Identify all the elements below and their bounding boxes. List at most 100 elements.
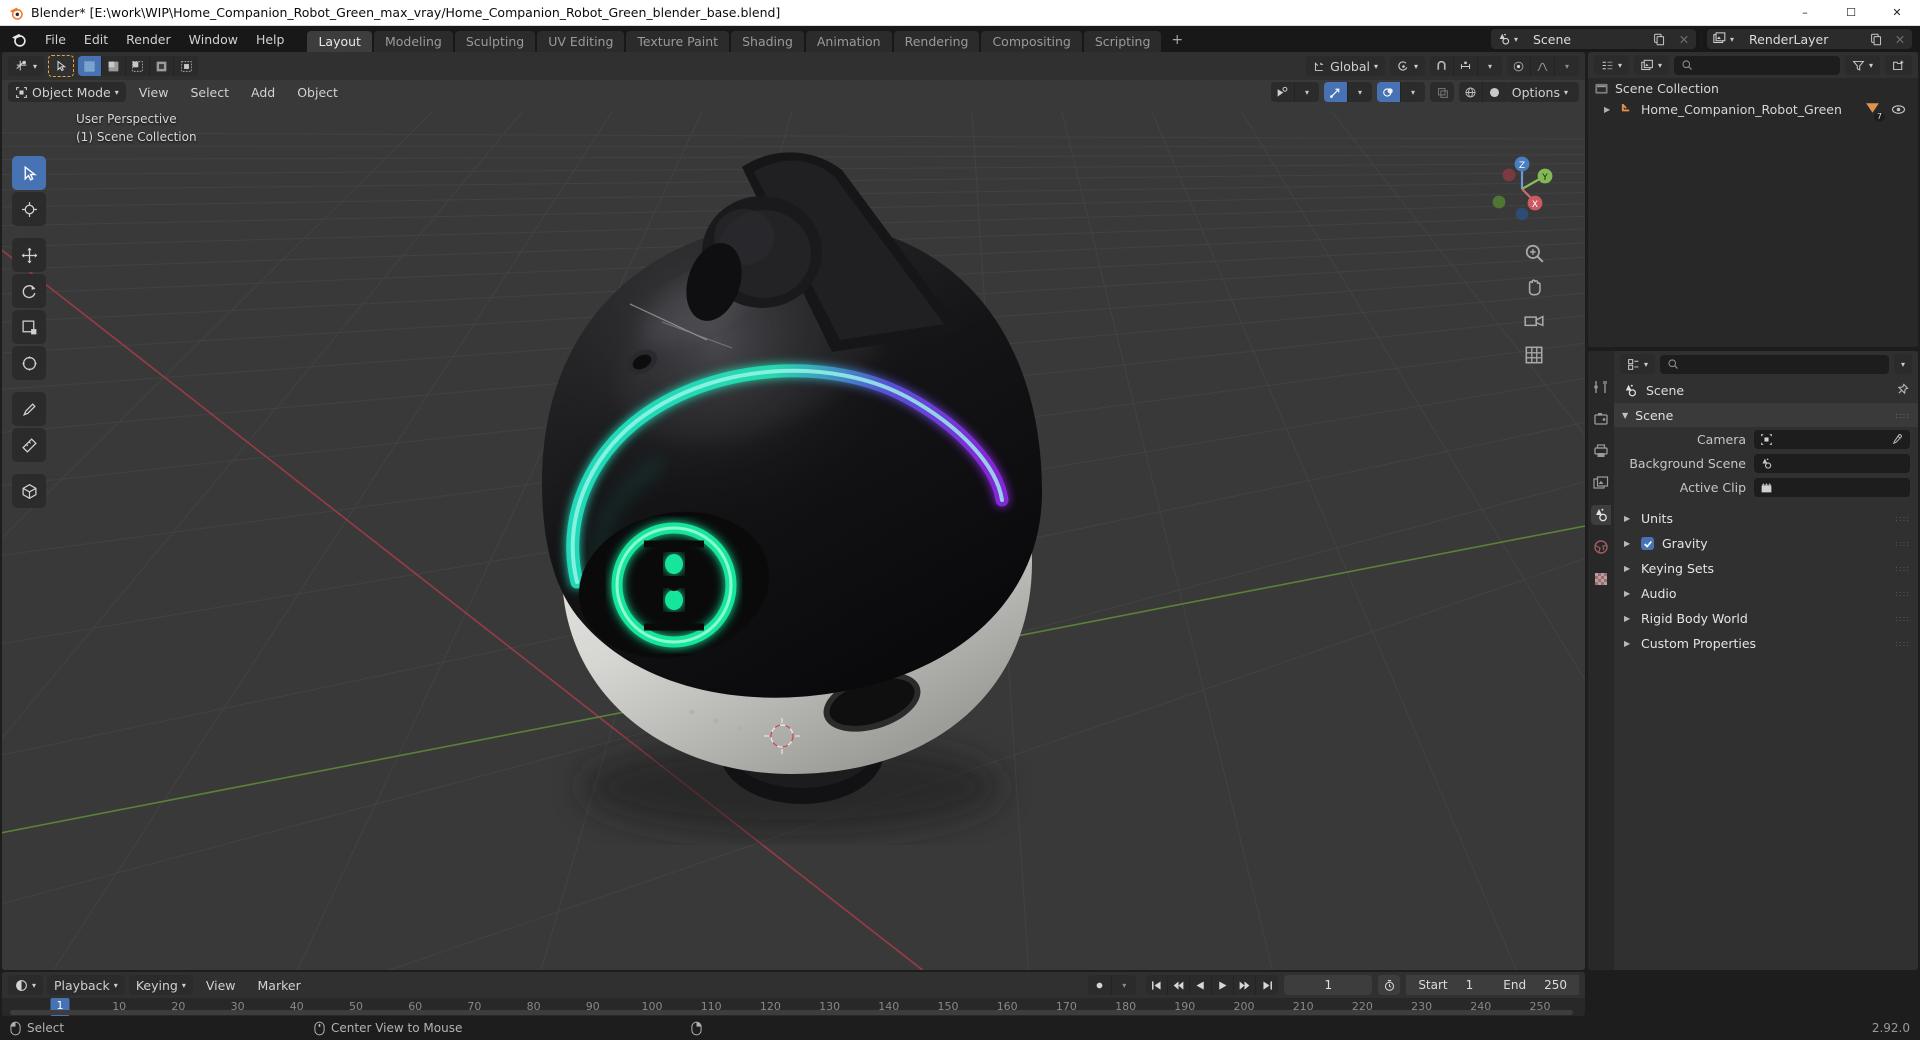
proportional-edit-icon[interactable] (1507, 56, 1531, 76)
outliner-search-input[interactable] (1674, 55, 1840, 75)
viewport-options-button[interactable]: Options ▾ (1504, 82, 1575, 102)
zoom-icon[interactable] (1523, 242, 1545, 264)
viewlayer-name[interactable]: RenderLayer (1739, 29, 1864, 49)
outliner-editor-type-button[interactable]: ▾ (1594, 55, 1630, 75)
background-scene-field[interactable] (1754, 453, 1910, 473)
timeline-menu-playback[interactable]: Playback ▾ (47, 975, 125, 995)
scene-icon[interactable]: ▾ (1490, 29, 1523, 49)
blender-menu-icon[interactable] (10, 31, 27, 48)
transform-orientation-button[interactable]: Global ▾ (1306, 56, 1385, 76)
timeline-editor-type-button[interactable]: ▾ (8, 975, 44, 995)
proportional-falloff-icon[interactable] (1531, 56, 1555, 76)
jump-to-start-button[interactable] (1146, 975, 1169, 995)
new-viewlayer-button[interactable] (1864, 29, 1888, 49)
tab-compositing[interactable]: Compositing (981, 31, 1082, 52)
expand-triangle-icon[interactable]: ▶ (1624, 589, 1633, 598)
tool-move[interactable] (12, 238, 46, 272)
select-intersect-icon[interactable] (174, 56, 199, 76)
visibility-group[interactable]: ▾ (1271, 82, 1319, 102)
next-keyframe-button[interactable] (1234, 975, 1257, 995)
close-button[interactable]: ✕ (1874, 0, 1920, 26)
menu-window[interactable]: Window (180, 29, 247, 50)
new-scene-button[interactable] (1647, 29, 1672, 49)
tab-scene[interactable] (1591, 505, 1611, 525)
minimize-button[interactable]: – (1782, 0, 1828, 26)
select-extend-icon[interactable] (102, 56, 127, 76)
tool-transform[interactable] (12, 346, 46, 380)
toggle-xray-icon[interactable] (1430, 82, 1454, 102)
camera-view-icon[interactable] (1523, 310, 1545, 332)
tab-sculpting[interactable]: Sculpting (454, 31, 536, 52)
tab-scripting[interactable]: Scripting (1083, 31, 1162, 52)
visibility-dropdown-icon[interactable]: ▾ (1295, 82, 1319, 102)
proportional-edit-group[interactable]: ▾ (1507, 56, 1579, 76)
viewport-menu-view[interactable]: View (130, 82, 178, 103)
properties-editor[interactable]: ▾ ▾ Scene ▼ Scene :::: Camera Background… (1588, 351, 1918, 970)
timeline-menu-marker[interactable]: Marker (249, 975, 310, 996)
tab-shading[interactable]: Shading (731, 31, 804, 52)
proportional-dropdown-icon[interactable]: ▾ (1555, 56, 1579, 76)
use-preview-range-button[interactable] (1378, 975, 1401, 995)
tab-world[interactable] (1591, 537, 1611, 557)
tool-add-cube[interactable] (12, 474, 46, 508)
gizmo-group[interactable]: ▾ (1324, 82, 1372, 102)
auto-keying-dropdown-icon[interactable]: ▾ (1112, 975, 1137, 995)
collapse-triangle-icon[interactable]: ▼ (1622, 411, 1628, 420)
select-subtract-icon[interactable] (126, 56, 151, 76)
outliner-new-collection-button[interactable] (1885, 55, 1912, 75)
select-mode-group[interactable] (78, 56, 199, 76)
show-gizmo-icon[interactable] (1324, 82, 1348, 102)
playback-controls[interactable] (1146, 975, 1279, 995)
section-rigid-body-world[interactable]: ▶ Rigid Body World :::: (1614, 606, 1918, 631)
tool-measure[interactable] (12, 428, 46, 462)
section-custom-properties[interactable]: ▶ Custom Properties :::: (1614, 631, 1918, 656)
viewport-menu-object[interactable]: Object (288, 82, 347, 103)
overlays-group[interactable]: ▾ (1377, 82, 1425, 102)
outliner-row-object[interactable]: ▶ Home_Companion_Robot_Green 7 (1588, 99, 1918, 122)
viewport-canvas[interactable] (2, 52, 1585, 970)
ortho-perspective-toggle-icon[interactable] (1523, 344, 1545, 366)
scene-name[interactable]: Scene (1522, 29, 1648, 49)
select-set-icon[interactable] (78, 56, 103, 76)
overlays-dropdown-icon[interactable]: ▾ (1401, 82, 1425, 102)
solid-shading-icon[interactable] (1483, 82, 1507, 102)
tab-render[interactable] (1591, 409, 1611, 429)
tool-annotate[interactable] (12, 392, 46, 426)
properties-editor-type-button[interactable]: ▾ (1620, 354, 1656, 374)
play-button[interactable] (1212, 975, 1235, 995)
properties-search-input[interactable] (1660, 354, 1889, 374)
tab-modeling[interactable]: Modeling (373, 31, 453, 52)
object-mode-selector[interactable]: Object Mode ▾ (8, 82, 126, 102)
section-units[interactable]: ▶ Units :::: (1614, 506, 1918, 531)
menu-help[interactable]: Help (247, 29, 294, 50)
camera-field[interactable] (1754, 429, 1910, 449)
timeline-editor[interactable]: ▾ Playback ▾ Keying ▾ View Marker ▾ 1 St… (2, 972, 1585, 1016)
section-keying-sets[interactable]: ▶ Keying Sets :::: (1614, 556, 1918, 581)
remove-viewlayer-button[interactable]: ✕ (1888, 29, 1912, 49)
tab-output[interactable] (1591, 441, 1611, 461)
snap-target-icon[interactable] (1454, 56, 1478, 76)
menu-render[interactable]: Render (117, 29, 180, 50)
auto-keying-group[interactable]: ▾ (1088, 975, 1137, 995)
tab-animation[interactable]: Animation (805, 31, 892, 52)
play-reverse-button[interactable] (1190, 975, 1213, 995)
tool-select-box[interactable] (12, 156, 46, 190)
scene-panel-header[interactable]: ▼ Scene :::: (1614, 403, 1918, 427)
viewport-menu-select[interactable]: Select (181, 82, 238, 103)
expand-triangle-icon[interactable]: ▶ (1624, 539, 1633, 548)
tab-layout[interactable]: Layout (307, 31, 372, 52)
snap-dropdown-icon[interactable]: ▾ (1478, 56, 1502, 76)
gravity-checkbox[interactable] (1641, 537, 1654, 550)
pan-hand-icon[interactable] (1523, 276, 1545, 298)
pin-icon[interactable] (1895, 383, 1909, 397)
wireframe-shading-icon[interactable] (1459, 82, 1483, 102)
snap-magnet-icon[interactable] (1430, 56, 1454, 76)
jump-to-end-button[interactable] (1256, 975, 1279, 995)
outliner-editor[interactable]: ▾ ▾ ▾ Scene Collection ▶ Home_Companion_… (1588, 52, 1918, 347)
properties-options-button[interactable]: ▾ (1893, 354, 1912, 374)
xray-group[interactable] (1430, 82, 1454, 102)
previous-keyframe-button[interactable] (1168, 975, 1191, 995)
editor-type-button[interactable]: ▾ (8, 56, 45, 76)
expand-triangle-icon[interactable]: ▶ (1624, 564, 1633, 573)
tab-view-layer[interactable] (1591, 473, 1611, 493)
